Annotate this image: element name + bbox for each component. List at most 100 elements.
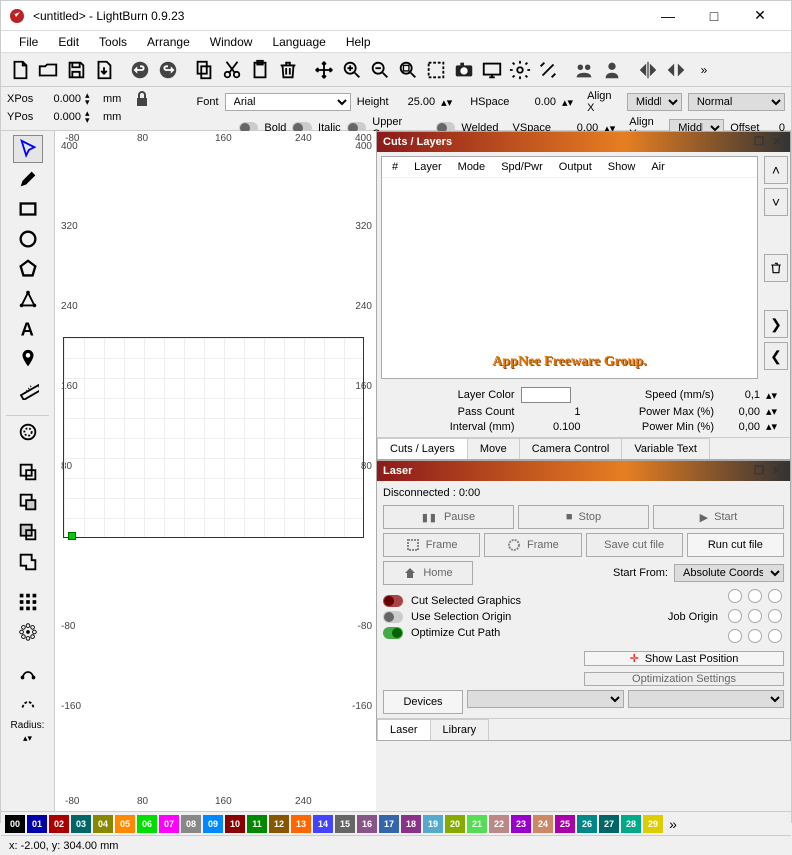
color-swatch-11[interactable]: 11 (247, 815, 267, 833)
device-select-2[interactable] (628, 690, 785, 708)
color-swatch-16[interactable]: 16 (357, 815, 377, 833)
convert-tool[interactable] (13, 688, 43, 716)
pan-button[interactable] (311, 57, 337, 83)
color-swatch-07[interactable]: 07 (159, 815, 179, 833)
save-cut-button[interactable]: Save cut file (586, 533, 683, 557)
start-button[interactable]: ▶Start (653, 505, 784, 529)
pause-button[interactable]: ▮▮Pause (383, 505, 514, 529)
show-last-position-button[interactable]: ✛Show Last Position (584, 651, 784, 666)
weld3-tool[interactable] (13, 518, 43, 546)
color-swatch-18[interactable]: 18 (401, 815, 421, 833)
lock-icon[interactable] (135, 90, 149, 108)
device-select-1[interactable] (467, 690, 624, 708)
speed-value[interactable]: 0,1 (720, 389, 760, 401)
color-swatch-01[interactable]: 01 (27, 815, 47, 833)
menu-window[interactable]: Window (200, 33, 263, 51)
xpos-spinner[interactable]: ▴▾ (85, 92, 99, 106)
color-swatch-12[interactable]: 12 (269, 815, 289, 833)
color-swatch-15[interactable]: 15 (335, 815, 355, 833)
undo-button[interactable] (127, 57, 153, 83)
menu-edit[interactable]: Edit (48, 33, 89, 51)
palette-more-button[interactable]: » (665, 816, 681, 832)
color-swatch-17[interactable]: 17 (379, 815, 399, 833)
text-mode-select[interactable]: Normal (688, 93, 785, 111)
color-swatch-03[interactable]: 03 (71, 815, 91, 833)
panel-close-icon[interactable]: ✕ (770, 135, 784, 149)
edit-tool[interactable] (13, 658, 43, 686)
ypos-spinner[interactable]: ▴▾ (85, 110, 99, 124)
power-min-value[interactable]: 0,00 (720, 421, 760, 433)
layer-color-swatch[interactable] (521, 387, 571, 403)
camera-button[interactable] (451, 57, 477, 83)
color-swatch-21[interactable]: 21 (467, 815, 487, 833)
color-swatch-27[interactable]: 27 (599, 815, 619, 833)
home-button[interactable]: Home (383, 561, 473, 585)
close-button[interactable]: ✕ (737, 1, 783, 31)
cut-selected-toggle[interactable] (383, 595, 403, 607)
delete-button[interactable] (275, 57, 301, 83)
cut-button[interactable] (219, 57, 245, 83)
panel-undock-icon[interactable]: ❐ (752, 135, 766, 149)
color-swatch-09[interactable]: 09 (203, 815, 223, 833)
color-swatch-06[interactable]: 06 (137, 815, 157, 833)
start-from-select[interactable]: Absolute Coords (674, 564, 784, 582)
layer-up-button[interactable]: ˄ (764, 156, 788, 184)
rectangle-tool[interactable] (13, 195, 43, 223)
cuts-panel-header[interactable]: Cuts / Layers ❐ ✕ (377, 132, 790, 152)
maximize-button[interactable]: □ (691, 1, 737, 31)
zoom-frame-button[interactable] (395, 57, 421, 83)
font-select[interactable]: Arial (225, 93, 351, 111)
ungroup-button[interactable] (599, 57, 625, 83)
menu-language[interactable]: Language (262, 33, 335, 51)
menu-tools[interactable]: Tools (89, 33, 137, 51)
frame-rect-button[interactable]: Frame (383, 533, 480, 557)
tab-move[interactable]: Move (467, 438, 520, 459)
optimize-toggle[interactable] (383, 627, 403, 639)
edit-nodes-tool[interactable] (13, 285, 43, 313)
color-swatch-14[interactable]: 14 (313, 815, 333, 833)
grid-array-tool[interactable] (13, 588, 43, 616)
paste-button[interactable] (247, 57, 273, 83)
offset-tool[interactable] (13, 418, 43, 446)
layer-prev-button[interactable]: ❮ (764, 342, 788, 370)
laser-panel-header[interactable]: Laser ❐ ✕ (377, 461, 790, 481)
color-swatch-08[interactable]: 08 (181, 815, 201, 833)
color-swatch-04[interactable]: 04 (93, 815, 113, 833)
weld4-tool[interactable] (13, 548, 43, 576)
xpos-value[interactable]: 0.000 (41, 93, 81, 105)
frame-circle-button[interactable]: Frame (484, 533, 581, 557)
layer-down-button[interactable]: ˅ (764, 188, 788, 216)
radial-array-tool[interactable] (13, 618, 43, 646)
measure-tool[interactable] (13, 375, 43, 403)
panel-close-icon[interactable]: ✕ (770, 464, 784, 478)
color-swatch-23[interactable]: 23 (511, 815, 531, 833)
text-tool[interactable]: A (13, 315, 43, 343)
zoom-selection-button[interactable] (423, 57, 449, 83)
tab-variable-text[interactable]: Variable Text (621, 438, 710, 459)
tab-cuts-layers[interactable]: Cuts / Layers (377, 438, 468, 459)
color-swatch-28[interactable]: 28 (621, 815, 641, 833)
import-button[interactable] (91, 57, 117, 83)
menu-file[interactable]: File (9, 33, 48, 51)
color-swatch-20[interactable]: 20 (445, 815, 465, 833)
monitor-button[interactable] (479, 57, 505, 83)
new-button[interactable] (7, 57, 33, 83)
color-swatch-02[interactable]: 02 (49, 815, 69, 833)
panel-undock-icon[interactable]: ❐ (752, 464, 766, 478)
canvas-area[interactable]: -80 80 160 240 400 400 320 240 160 80 -8… (55, 131, 376, 811)
color-swatch-25[interactable]: 25 (555, 815, 575, 833)
layer-next-button[interactable]: ❯ (764, 310, 788, 338)
tab-library[interactable]: Library (430, 719, 490, 740)
pass-count-value[interactable]: 1 (521, 406, 581, 418)
draw-tool[interactable] (13, 165, 43, 193)
layer-delete-button[interactable] (764, 254, 788, 282)
color-swatch-29[interactable]: 29 (643, 815, 663, 833)
minimize-button[interactable]: — (645, 1, 691, 31)
zoom-out-button[interactable] (367, 57, 393, 83)
run-cut-button[interactable]: Run cut file (687, 533, 784, 557)
menu-help[interactable]: Help (336, 33, 381, 51)
hspace-value[interactable]: 0.00 (515, 96, 556, 108)
height-value[interactable]: 25.00 (395, 96, 436, 108)
color-swatch-10[interactable]: 10 (225, 815, 245, 833)
position-tool[interactable] (13, 345, 43, 373)
